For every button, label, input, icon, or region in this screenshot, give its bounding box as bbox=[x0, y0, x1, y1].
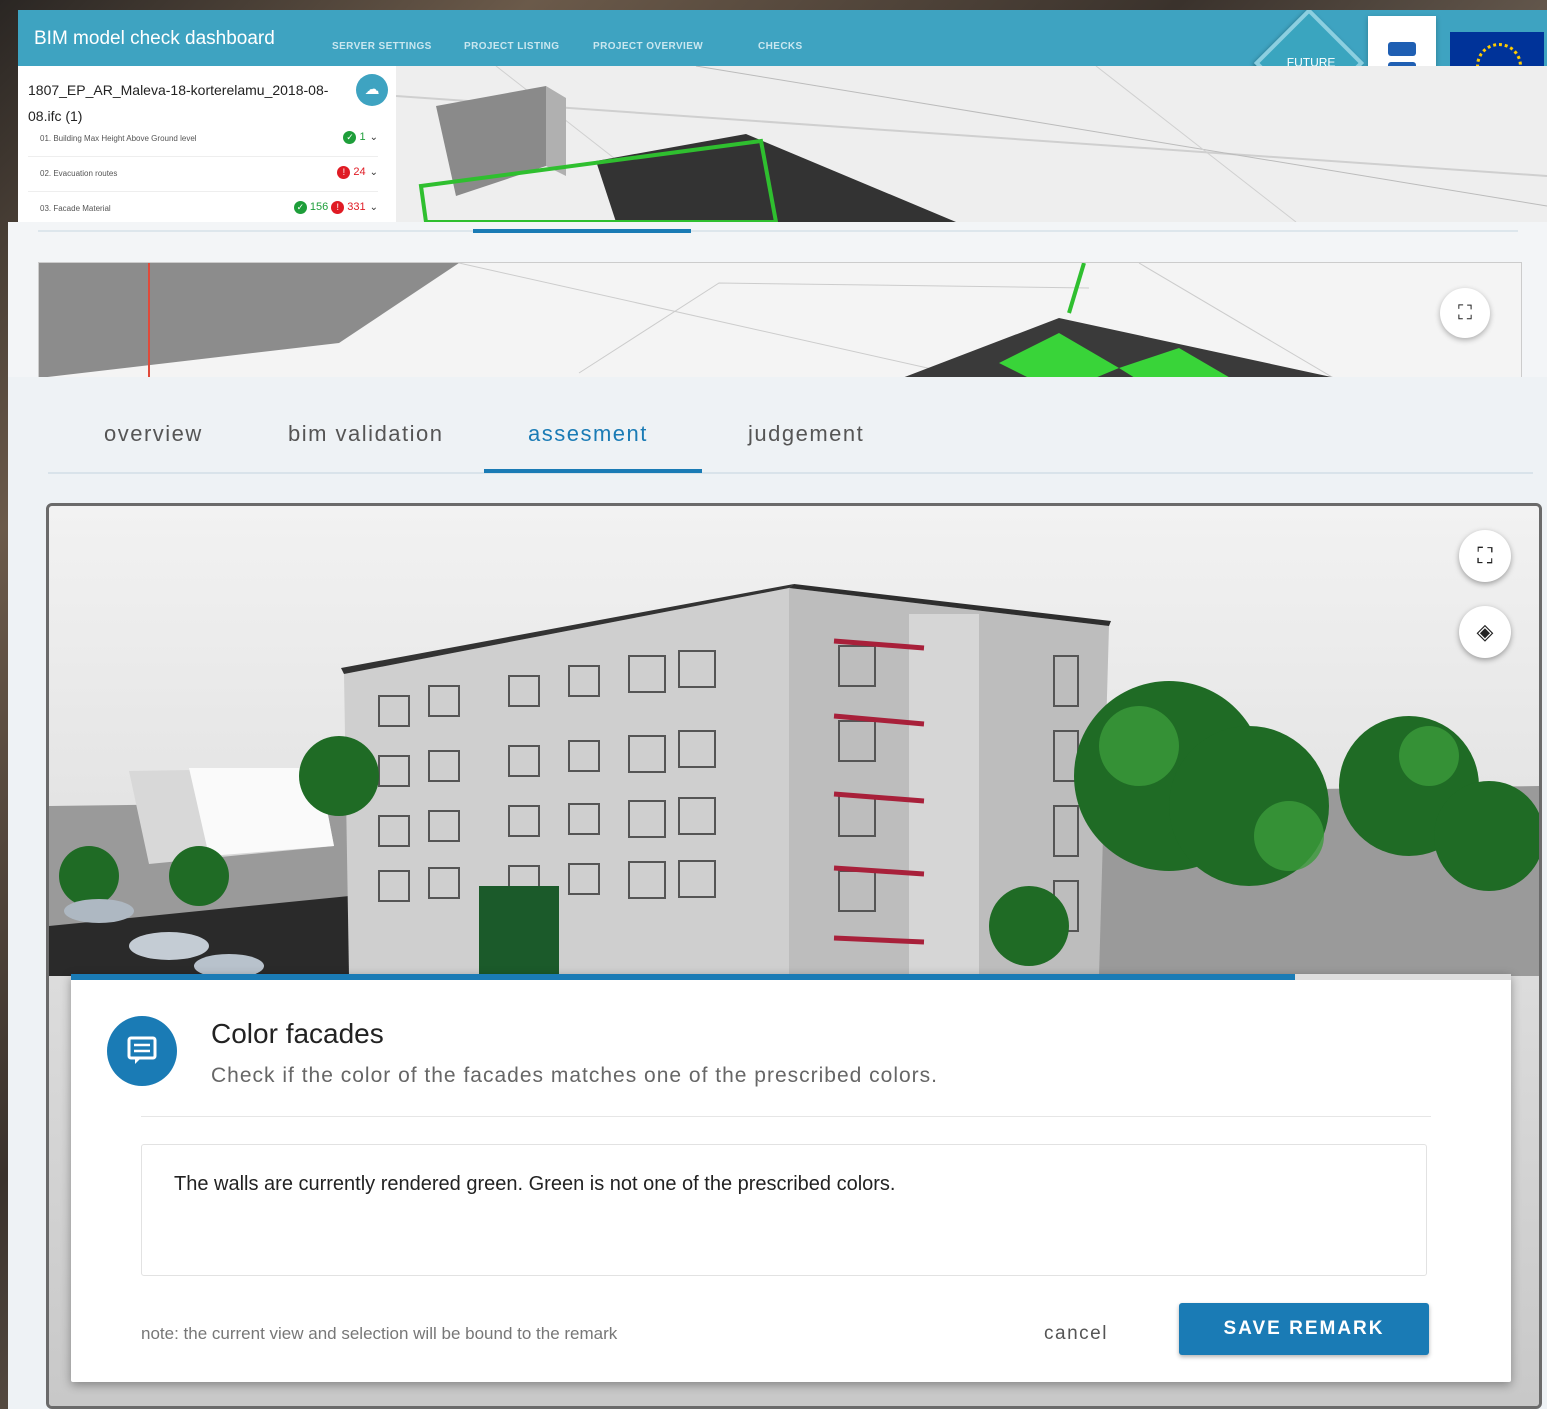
remark-card: Color facades Check if the color of the … bbox=[71, 974, 1511, 1382]
error-count: 331 bbox=[347, 201, 366, 214]
comment-icon bbox=[107, 1016, 177, 1086]
chevron-down-icon[interactable]: ⌄ bbox=[370, 167, 378, 178]
tab-divider bbox=[38, 230, 1518, 232]
check-label: 02. Evacuation routes bbox=[40, 169, 118, 178]
layers-icon[interactable]: ◈ bbox=[1459, 606, 1511, 658]
lion-shape bbox=[1388, 42, 1416, 56]
nav-checks[interactable]: CHECKS bbox=[758, 41, 803, 52]
fullscreen-icon[interactable]: ⛶ bbox=[1440, 288, 1490, 338]
remark-divider bbox=[141, 1116, 1431, 1117]
model-render-top bbox=[395, 65, 1547, 222]
chevron-down-icon[interactable]: ⌄ bbox=[370, 202, 378, 213]
assessment-view: overview bim validation assesment judgem… bbox=[8, 377, 1547, 1409]
error-count: 24 bbox=[353, 166, 366, 179]
ok-count: 156 bbox=[309, 201, 329, 214]
check-row[interactable]: 03. Facade Material ✓ 156! 331 ⌄ bbox=[28, 192, 378, 222]
comment-icon-glyph bbox=[127, 1036, 157, 1064]
error-icon: ! bbox=[337, 166, 351, 179]
tab-judgement[interactable]: judgement bbox=[748, 421, 864, 447]
remark-textarea[interactable]: The walls are currently rendered green. … bbox=[141, 1144, 1427, 1276]
fullscreen-icon[interactable]: ⛶ bbox=[1459, 530, 1511, 582]
ok-icon: ✓ bbox=[343, 131, 357, 144]
save-remark-button[interactable]: SAVE REMARK bbox=[1179, 1303, 1429, 1355]
tab-bar: overview bim validation assesment judgem… bbox=[48, 377, 1533, 474]
secondary-viewer-snapshot: ⛶ bbox=[8, 222, 1547, 377]
remark-progress-bar bbox=[71, 974, 1295, 980]
remark-progress-track bbox=[1295, 974, 1511, 980]
check-row[interactable]: 02. Evacuation routes ! 24 ⌄ bbox=[28, 157, 378, 192]
remark-note: note: the current view and selection wil… bbox=[141, 1324, 618, 1343]
tab-bim-validation[interactable]: bim validation bbox=[288, 421, 444, 447]
check-row[interactable]: 01. Building Max Height Above Ground lev… bbox=[28, 122, 378, 157]
model-viewer-top[interactable] bbox=[395, 65, 1547, 222]
check-label: 03. Facade Material bbox=[40, 204, 111, 213]
file-check-panel: 1807_EP_AR_Maleva-18-korterelamu_2018-08… bbox=[18, 66, 396, 222]
check-label: 01. Building Max Height Above Ground lev… bbox=[40, 134, 197, 143]
ok-count: 1 bbox=[359, 131, 366, 144]
tab-assesment[interactable]: assesment bbox=[528, 421, 648, 447]
ok-icon: ✓ bbox=[293, 201, 307, 214]
app-title: BIM model check dashboard bbox=[34, 28, 275, 49]
chevron-down-icon[interactable]: ⌄ bbox=[370, 132, 378, 143]
cancel-button[interactable]: cancel bbox=[1031, 1314, 1121, 1354]
tab-overview[interactable]: overview bbox=[104, 421, 203, 447]
model-render-middle bbox=[39, 263, 1333, 377]
cloud-upload-icon[interactable]: ☁ bbox=[356, 74, 388, 106]
nav-project-listing[interactable]: PROJECT LISTING bbox=[464, 41, 559, 52]
nav-project-overview[interactable]: PROJECT OVERVIEW bbox=[593, 41, 703, 52]
error-icon: ! bbox=[331, 201, 345, 214]
model-viewer-main[interactable]: ⛶ ◈ Color facades Check if the color of … bbox=[46, 503, 1542, 1409]
active-tab-indicator bbox=[484, 469, 702, 473]
tab-indicator bbox=[473, 229, 691, 233]
remark-description: Check if the color of the facades matche… bbox=[211, 1064, 939, 1087]
remark-title: Color facades bbox=[211, 1018, 384, 1049]
dashboard-header-snapshot: BIM model check dashboard SERVER SETTING… bbox=[18, 10, 1547, 222]
nav-server-settings[interactable]: SERVER SETTINGS bbox=[332, 41, 432, 52]
model-viewer-middle[interactable] bbox=[38, 262, 1522, 377]
